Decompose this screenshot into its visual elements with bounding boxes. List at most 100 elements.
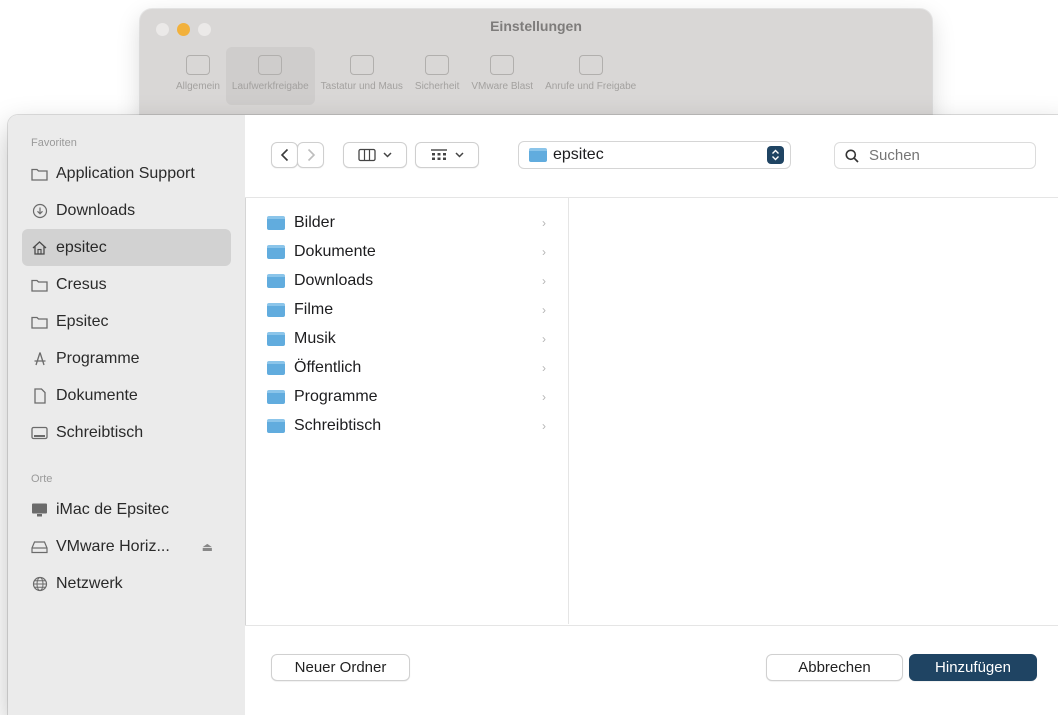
chevron-left-icon: [280, 148, 288, 162]
list-item-bilder[interactable]: Bilder ›: [245, 208, 568, 237]
tab-sicherheit[interactable]: Sicherheit: [409, 47, 465, 105]
chevron-right-icon: ›: [542, 273, 546, 288]
forward-button[interactable]: [297, 142, 324, 168]
file-column: Bilder › Dokumente › Downloads › Filme ›…: [245, 198, 569, 624]
browser-toolbar: epsitec: [245, 115, 1058, 198]
sidebar-item-epsitec-home[interactable]: epsitec: [22, 229, 231, 266]
eject-icon[interactable]: ⏏: [202, 540, 213, 554]
drive-icon: [31, 539, 48, 555]
back-button[interactable]: [271, 142, 298, 168]
tab-tastatur-maus[interactable]: Tastatur und Maus: [315, 47, 409, 105]
general-icon: [185, 55, 210, 75]
tab-anrufe-freigabe[interactable]: Anrufe und Freigabe: [539, 47, 642, 105]
desktop-icon: [31, 425, 48, 441]
folder-icon: [267, 389, 285, 404]
chevron-right-icon: ›: [542, 331, 546, 346]
places-section-title: Orte: [31, 473, 53, 485]
chevron-down-icon: [455, 152, 464, 158]
sidebar: Favoriten Application Support Downloads …: [8, 115, 246, 715]
folder-icon: [267, 244, 285, 259]
sidebar-item-label: Downloads: [56, 201, 136, 219]
file-name: Dokumente: [294, 242, 376, 260]
cancel-button[interactable]: Abbrechen: [766, 654, 903, 681]
places-list: iMac de Epsitec VMware Horiz... ⏏ Netzwe…: [8, 491, 245, 602]
list-item-programme[interactable]: Programme ›: [245, 382, 568, 411]
list-item-schreibtisch[interactable]: Schreibtisch ›: [245, 411, 568, 440]
sidebar-item-vmware-horizon[interactable]: VMware Horiz... ⏏: [22, 528, 231, 565]
sidebar-item-epsitec-folder[interactable]: Epsitec: [22, 303, 231, 340]
chevron-right-icon: [307, 148, 315, 162]
sidebar-item-label: Cresus: [56, 275, 107, 293]
chevron-right-icon: ›: [542, 244, 546, 259]
group-button[interactable]: [415, 142, 479, 168]
view-columns-button[interactable]: [343, 142, 407, 168]
list-item-dokumente[interactable]: Dokumente ›: [245, 237, 568, 266]
list-item-musik[interactable]: Musik ›: [245, 324, 568, 353]
folder-icon: [267, 418, 285, 433]
file-name: Filme: [294, 300, 334, 318]
new-folder-button[interactable]: Neuer Ordner: [271, 654, 410, 681]
sidebar-item-label: Netzwerk: [56, 574, 123, 592]
blast-icon: [490, 55, 515, 75]
settings-title: Einstellungen: [490, 18, 582, 34]
columns-view-icon: [358, 148, 376, 162]
computer-icon: [31, 502, 48, 518]
folder-icon: [529, 148, 547, 162]
chevron-right-icon: ›: [542, 302, 546, 317]
preview-column: [569, 198, 1058, 624]
sidebar-item-label: Schreibtisch: [56, 423, 144, 441]
file-name: Bilder: [294, 213, 335, 231]
folder-icon: [267, 331, 285, 346]
chevron-down-icon: [383, 152, 392, 158]
sidebar-item-cresus[interactable]: Cresus: [22, 266, 231, 303]
chevron-right-icon: ›: [542, 215, 546, 230]
list-item-oeffentlich[interactable]: Öffentlich ›: [245, 353, 568, 382]
folder-icon: [31, 314, 48, 330]
folder-icon: [31, 277, 48, 293]
tab-allgemein[interactable]: Allgemein: [170, 47, 226, 105]
tab-vmware-blast[interactable]: VMware Blast: [465, 47, 539, 105]
sidebar-item-label: Epsitec: [56, 312, 109, 330]
folder-icon: [267, 302, 285, 317]
phone-icon: [578, 55, 603, 75]
grid-icon: [431, 149, 447, 160]
sidebar-item-downloads[interactable]: Downloads: [22, 192, 231, 229]
keyboard-icon: [349, 55, 374, 75]
sidebar-item-label: iMac de Epsitec: [56, 500, 169, 518]
chevron-right-icon: ›: [542, 418, 546, 433]
network-icon: [31, 576, 48, 592]
location-label: epsitec: [553, 146, 604, 163]
list-item-downloads[interactable]: Downloads ›: [245, 266, 568, 295]
file-name: Musik: [294, 329, 336, 347]
sidebar-item-programme[interactable]: Programme: [22, 340, 231, 377]
folder-icon: [267, 215, 285, 230]
search-icon: [845, 149, 859, 163]
sidebar-item-label: Dokumente: [56, 386, 138, 404]
sidebar-item-dokumente[interactable]: Dokumente: [22, 377, 231, 414]
sidebar-item-label: Programme: [56, 349, 140, 367]
file-name: Schreibtisch: [294, 416, 382, 434]
sidebar-item-label: epsitec: [56, 238, 107, 256]
chevron-right-icon: ›: [542, 360, 546, 375]
apps-icon: [31, 351, 48, 367]
home-icon: [31, 240, 48, 256]
list-item-filme[interactable]: Filme ›: [245, 295, 568, 324]
sidebar-item-imac[interactable]: iMac de Epsitec: [22, 491, 231, 528]
chevron-right-icon: ›: [542, 389, 546, 404]
file-name: Downloads: [294, 271, 374, 289]
sidebar-item-label: Application Support: [56, 164, 195, 182]
document-icon: [31, 387, 48, 404]
sidebar-item-application-support[interactable]: Application Support: [22, 155, 231, 192]
folder-icon: [267, 360, 285, 375]
favorites-list: Application Support Downloads epsitec Cr…: [8, 155, 245, 451]
folder-icon: [31, 166, 48, 182]
sidebar-item-label: VMware Horiz...: [56, 537, 170, 555]
add-button[interactable]: Hinzufügen: [909, 654, 1037, 681]
location-popup[interactable]: epsitec: [518, 141, 791, 169]
folder-icon: [267, 273, 285, 288]
tab-laufwerkfreigabe[interactable]: Laufwerkfreigabe: [225, 47, 315, 105]
sidebar-item-schreibtisch[interactable]: Schreibtisch: [22, 414, 231, 451]
search-input[interactable]: [867, 146, 1021, 165]
sidebar-item-netzwerk[interactable]: Netzwerk: [22, 565, 231, 602]
search-field[interactable]: [834, 142, 1036, 169]
